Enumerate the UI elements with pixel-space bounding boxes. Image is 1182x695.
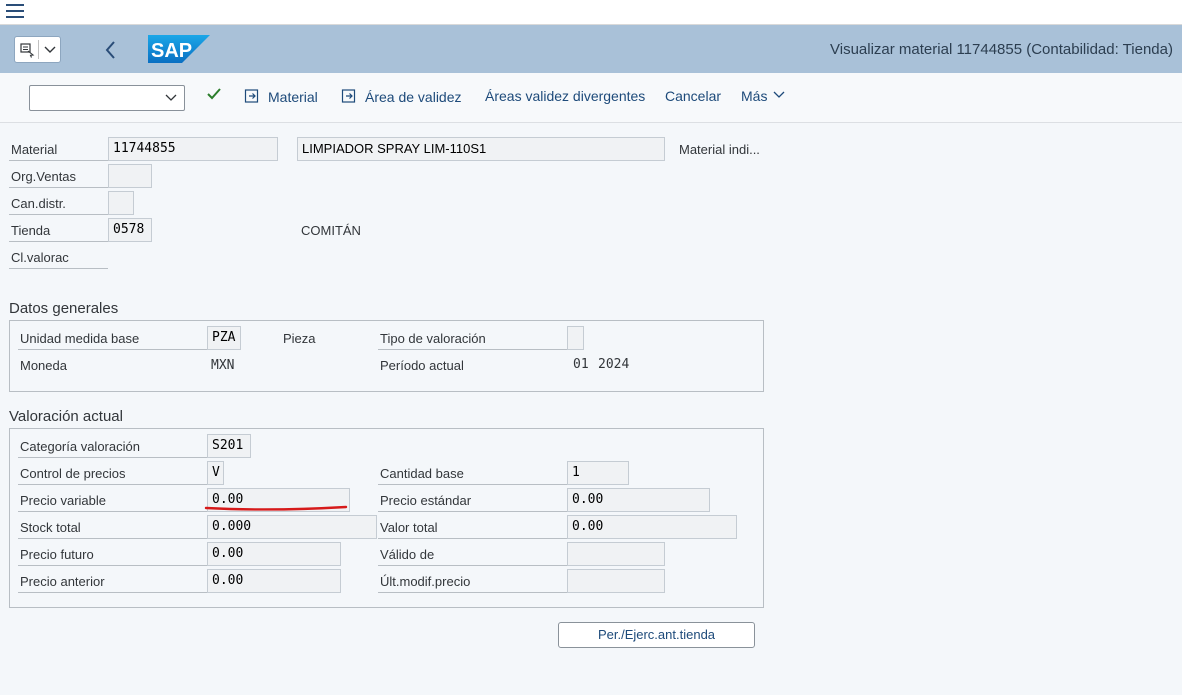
svg-text:SAP: SAP [151,40,192,62]
material-button-label: Material [268,89,318,105]
can-distr-field[interactable] [108,191,134,215]
precio-variable-label: Precio variable [18,488,207,512]
valoracion-actual-title: Valoración actual [9,408,123,425]
tienda-field[interactable]: 0578 [108,218,152,242]
periodo-mes: 01 [573,357,589,372]
material-button[interactable]: Material [244,88,318,105]
cancelar-button[interactable]: Cancelar [665,88,721,104]
material-label: Material [9,137,108,161]
area-validez-label: Área de validez [365,89,462,105]
periodo-label: Período actual [380,358,464,373]
valor-total-field[interactable]: 0.00 [567,515,737,539]
material-ind-label: Material indi... [679,142,760,157]
moneda-value: MXN [211,358,235,373]
sap-logo: SAP [148,35,210,63]
per-ejerc-ant-tienda-button[interactable]: Per./Ejerc.ant.tienda [558,622,755,648]
datos-generales-title: Datos generales [9,300,119,317]
navigate-icon [244,89,259,103]
chevron-down-icon [165,94,177,101]
unidad-medida-desc: Pieza [283,331,316,346]
categoria-valoracion-field[interactable]: S201 [207,434,251,458]
material-field[interactable]: 11744855 [108,137,278,161]
hamburger-menu-icon[interactable] [6,4,24,20]
org-ventas-field[interactable] [108,164,152,188]
chevron-left-icon [105,41,115,59]
tienda-name: COMITÁN [301,223,361,238]
chevron-down-icon[interactable] [43,45,57,55]
red-underline-annotation [204,505,348,511]
tienda-label: Tienda [9,218,108,242]
command-field-icon [20,43,35,58]
control-precios-label: Control de precios [18,461,207,485]
area-validez-button[interactable]: Área de validez [341,88,462,105]
ult-modif-precio-field[interactable] [567,569,665,593]
menu-bar [0,0,1182,25]
categoria-valoracion-label: Categoría valoración [18,434,207,458]
precio-futuro-field[interactable]: 0.00 [207,542,341,566]
areas-divergentes-button[interactable]: Áreas validez divergentes [485,88,645,104]
moneda-label: Moneda [20,358,67,373]
precio-estandar-field[interactable]: 0.00 [567,488,710,512]
valido-de-field[interactable] [567,542,665,566]
cl-valorac-label: Cl.valorac [9,245,108,269]
shell-header: SAP Visualizar material 11744855 (Contab… [0,25,1182,73]
valido-de-label: Válido de [378,542,567,566]
stock-total-label: Stock total [18,515,207,539]
application-toolbar: Material Área de validez Áreas validez d… [0,73,1182,123]
check-icon[interactable] [205,85,223,103]
mas-button[interactable]: Más [741,88,785,104]
precio-estandar-label: Precio estándar [378,488,567,512]
mas-label: Más [741,88,768,104]
cantidad-base-field[interactable]: 1 [567,461,629,485]
unidad-medida-field[interactable]: PZA [207,326,241,350]
control-precios-field[interactable]: V [207,461,224,485]
ult-modif-precio-label: Últ.modif.precio [378,569,567,593]
stock-total-field[interactable]: 0.000 [207,515,377,539]
valor-total-label: Valor total [378,515,567,539]
precio-futuro-label: Precio futuro [18,542,207,566]
navigate-icon [341,89,356,103]
cantidad-base-label: Cantidad base [378,461,567,485]
back-button[interactable] [100,37,122,63]
precio-anterior-label: Precio anterior [18,569,207,593]
unidad-medida-label: Unidad medida base [18,326,207,350]
periodo-anio: 2024 [598,357,630,372]
can-distr-label: Can.distr. [9,191,108,215]
page-title: Visualizar material 11744855 (Contabilid… [830,41,1173,58]
material-description-field[interactable]: LIMPIADOR SPRAY LIM-110S1 [297,137,665,161]
tipo-valoracion-label: Tipo de valoración [378,326,567,350]
variant-select[interactable] [29,85,185,111]
precio-anterior-field[interactable]: 0.00 [207,569,341,593]
chevron-down-icon [773,91,785,98]
org-ventas-label: Org.Ventas [9,164,108,188]
tipo-valoracion-field[interactable] [567,326,584,350]
command-field-button[interactable] [14,36,61,63]
